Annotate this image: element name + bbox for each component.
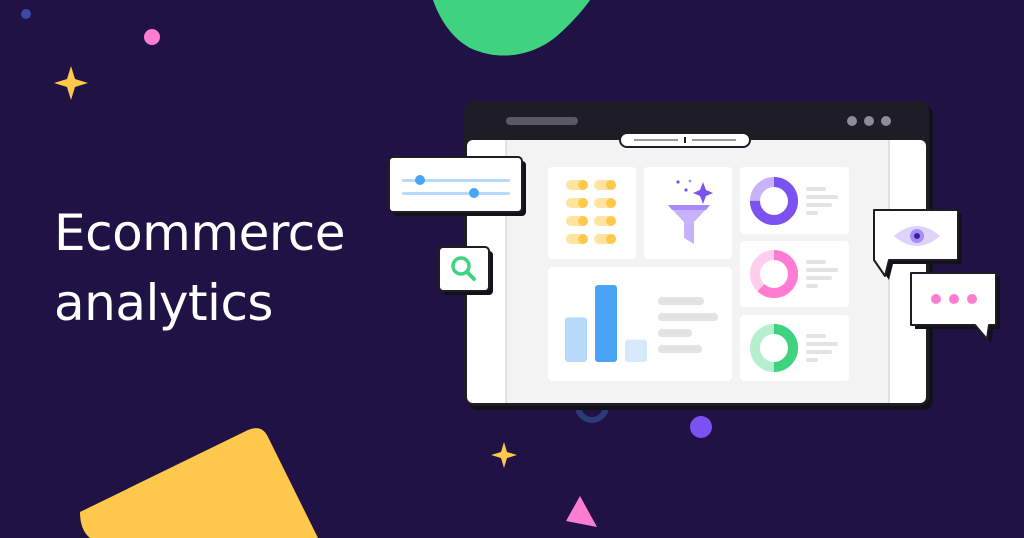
donut-legend-line <box>806 268 838 272</box>
headline: Ecommerce analytics <box>54 198 346 338</box>
donut-legend-line <box>806 350 832 354</box>
toggle-knob <box>606 198 616 208</box>
window-control-dot[interactable] <box>847 116 857 126</box>
headline-line-1: Ecommerce <box>54 204 346 262</box>
donut-legend-line <box>806 195 838 199</box>
typing-dot <box>931 294 941 304</box>
toggle-knob <box>578 198 588 208</box>
donut-legend-line <box>806 203 832 207</box>
bar <box>595 285 617 362</box>
dot-decoration-blue <box>21 9 31 19</box>
window-control-dot[interactable] <box>881 116 891 126</box>
window-title-placeholder <box>506 117 578 125</box>
donut-legend-line <box>806 211 818 215</box>
donut-legend-line <box>806 342 838 346</box>
donut-legend-line <box>806 358 818 362</box>
search-card[interactable] <box>438 246 493 295</box>
dot-decoration-purple <box>690 416 712 438</box>
toggle-knob <box>606 216 616 226</box>
address-bar-cursor <box>684 137 686 143</box>
search-card-body <box>438 246 490 292</box>
toggle-knob <box>606 234 616 244</box>
slider-card[interactable] <box>388 156 526 216</box>
donut-legend-line <box>806 284 818 288</box>
legend-line <box>658 345 702 353</box>
donut-legend-line <box>806 334 826 338</box>
slider-track <box>402 192 510 195</box>
donut-legend-line <box>806 187 826 191</box>
donut-legend-line <box>806 260 826 264</box>
legend-line <box>658 297 704 305</box>
slider-thumb[interactable] <box>469 188 479 198</box>
chat-bubble-icon <box>931 294 977 304</box>
toggle-knob <box>578 180 588 190</box>
typing-dot <box>967 294 977 304</box>
slider-card-body <box>388 156 523 213</box>
toggle-knob <box>578 234 588 244</box>
bar <box>625 339 647 362</box>
slider-thumb[interactable] <box>415 175 425 185</box>
dot-decoration-pink <box>144 29 160 45</box>
hero-banner: Ecommerce analytics <box>0 0 1024 538</box>
toggle-knob <box>578 216 588 226</box>
typing-dot <box>949 294 959 304</box>
legend-line <box>658 313 718 321</box>
bar <box>565 317 587 362</box>
address-bar-text <box>634 139 678 141</box>
legend-line <box>658 329 692 337</box>
headline-line-2: analytics <box>54 274 274 332</box>
toggle-grid-card <box>548 167 636 259</box>
toggle-knob <box>606 180 616 190</box>
address-bar-text <box>692 139 736 141</box>
window-control-dot[interactable] <box>864 116 874 126</box>
donut-legend-line <box>806 276 832 280</box>
